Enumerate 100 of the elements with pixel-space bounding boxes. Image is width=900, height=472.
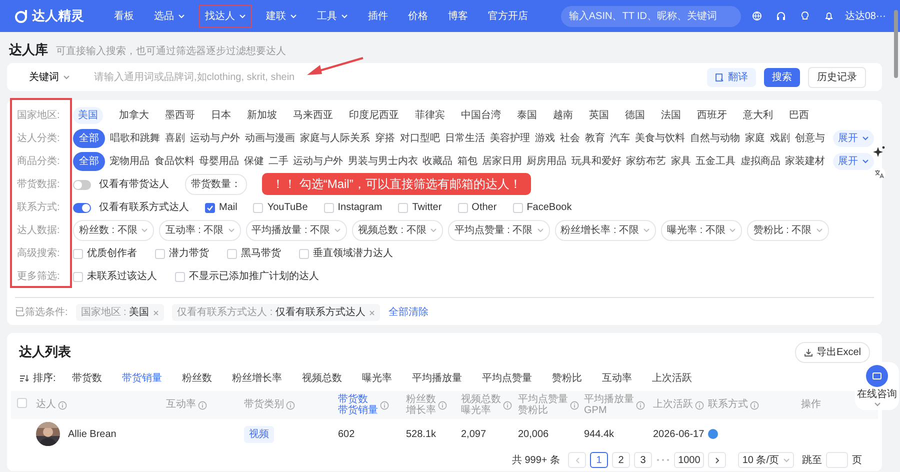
filter-option[interactable]: 箱包: [457, 153, 478, 170]
sort-option[interactable]: 平均播放量: [412, 370, 462, 386]
search-bar[interactable]: 关键词 请输入通用词或品牌词,如clothing, skrit, shein 翻译 搜索 历史记录: [7, 63, 882, 91]
filter-option[interactable]: 自然与动物: [690, 130, 740, 147]
filter-dropdown[interactable]: 视频总数 : 不限: [352, 220, 444, 241]
filter-option[interactable]: 家庭与人际关系: [300, 130, 370, 147]
filter-option[interactable]: 宠物用品: [110, 153, 150, 170]
user-name[interactable]: 达达08···: [844, 8, 886, 24]
filter-option[interactable]: 意大利: [743, 107, 773, 124]
filter-option[interactable]: 玩具和爱好: [571, 153, 622, 170]
filter-option[interactable]: 中国台湾: [461, 107, 501, 124]
filter-option[interactable]: 穿搭: [375, 130, 395, 147]
page-button[interactable]: 2: [612, 452, 630, 468]
filter-dropdown[interactable]: 粉丝增长率 : 不限: [554, 220, 656, 241]
sort-option[interactable]: 赞粉比: [552, 370, 582, 386]
nav-item[interactable]: 博客: [442, 4, 474, 28]
filter-dropdown[interactable]: 曝光率 : 不限: [661, 220, 742, 241]
translate-button[interactable]: 翻译: [707, 68, 756, 86]
close-icon[interactable]: [369, 310, 376, 316]
bell-icon[interactable]: [824, 11, 834, 21]
expand-button[interactable]: 展开: [833, 130, 874, 147]
page-field[interactable]: [826, 452, 848, 468]
clear-link[interactable]: 全部清除: [388, 305, 428, 320]
filter-option[interactable]: 戏剧: [770, 130, 790, 147]
filter-option[interactable]: 厨房用品: [526, 153, 567, 170]
filter-option[interactable]: 新加坡: [247, 107, 277, 124]
expand-button[interactable]: 展开: [833, 153, 874, 170]
filter-option[interactable]: 全部: [73, 129, 105, 148]
sort-option[interactable]: 互动率: [602, 370, 632, 386]
nav-item[interactable]: 官方开店: [482, 4, 534, 28]
nav-item[interactable]: 建联: [260, 4, 303, 28]
filter-option[interactable]: 巴西: [789, 107, 809, 124]
filter-option[interactable]: 虚拟商品: [740, 153, 780, 170]
filter-option[interactable]: 创意与: [795, 130, 825, 147]
filter-option[interactable]: 泰国: [517, 107, 537, 124]
filter-dropdown[interactable]: 平均播放量 : 不限: [246, 220, 348, 241]
close-icon[interactable]: [153, 310, 160, 316]
page-size-dropdown[interactable]: 10 条/页: [738, 452, 794, 468]
filter-option[interactable]: 运动与户外: [190, 130, 240, 147]
filter-option[interactable]: 母婴用品: [199, 153, 240, 170]
filter-option[interactable]: 动画与漫画: [245, 130, 295, 147]
filter-option[interactable]: 马来西亚: [293, 107, 333, 124]
headset-icon[interactable]: [776, 11, 786, 21]
nav-item[interactable]: 找达人: [199, 4, 252, 28]
sort-option[interactable]: 粉丝数: [182, 370, 212, 386]
filter-option[interactable]: 家具: [670, 153, 691, 170]
history-button[interactable]: 历史记录: [808, 66, 866, 88]
search-button[interactable]: 搜索: [764, 68, 800, 86]
filter-option[interactable]: 印度尼西亚: [349, 107, 399, 124]
filter-option[interactable]: 社会: [560, 130, 580, 147]
filter-option[interactable]: 美容护理: [490, 130, 530, 147]
filter-option[interactable]: 日常生活: [445, 130, 485, 147]
translate-icon[interactable]: [872, 167, 886, 181]
filter-option[interactable]: 游戏: [535, 130, 555, 147]
filter-option[interactable]: 居家日用: [482, 153, 522, 170]
filter-option[interactable]: 法国: [661, 107, 681, 124]
page-button[interactable]: 1000: [674, 452, 704, 468]
sparkle-icon[interactable]: [872, 145, 886, 159]
filter-option[interactable]: 菲律宾: [415, 107, 445, 124]
filter-option[interactable]: 五金工具: [696, 153, 736, 170]
filter-option[interactable]: 越南: [553, 107, 573, 124]
filter-option[interactable]: 教育: [585, 130, 605, 147]
nav-item[interactable]: 选品: [148, 4, 191, 28]
globe-icon[interactable]: [752, 11, 762, 21]
filter-option[interactable]: 全部: [73, 152, 105, 171]
lightbulb-icon[interactable]: [800, 11, 810, 21]
filter-dropdown[interactable]: 赞粉比 : 不限: [747, 220, 829, 241]
previous-page-button[interactable]: [568, 452, 586, 468]
sort-option[interactable]: 带货数: [72, 370, 102, 386]
chat-button[interactable]: [866, 365, 888, 387]
sort-option[interactable]: 带货销量: [122, 370, 162, 386]
filter-option[interactable]: 加拿大: [119, 107, 149, 124]
filter-option[interactable]: 汽车: [610, 130, 630, 147]
page-button[interactable]: 3: [634, 452, 652, 468]
filter-option[interactable]: 运动与户外: [293, 153, 344, 170]
filter-option[interactable]: 美国: [73, 107, 103, 124]
filter-option[interactable]: 西班牙: [697, 107, 727, 124]
filter-option[interactable]: 德国: [625, 107, 645, 124]
next-page-button[interactable]: [708, 452, 726, 468]
filter-option[interactable]: 家装建材: [784, 153, 825, 170]
sort-option[interactable]: 平均点赞量: [482, 370, 532, 386]
export-button[interactable]: 导出Excel: [794, 342, 870, 362]
toggle-switch[interactable]: [73, 202, 91, 212]
filter-dropdown[interactable]: 粉丝数 : 不限: [73, 220, 154, 241]
filter-option[interactable]: 保健: [244, 153, 264, 170]
filter-option[interactable]: 唱歌和跳舞: [110, 130, 160, 147]
filter-option[interactable]: 美食与饮料: [635, 130, 685, 147]
filter-dropdown[interactable]: 互动率 : 不限: [159, 220, 241, 241]
sort-option[interactable]: 曝光率: [362, 370, 392, 386]
nav-item[interactable]: 插件: [362, 4, 394, 28]
filter-option[interactable]: 收藏品: [422, 153, 453, 170]
nav-item[interactable]: 工具: [311, 4, 354, 28]
page-button[interactable]: 1: [590, 452, 608, 468]
nav-item[interactable]: 价格: [402, 4, 434, 28]
filter-option[interactable]: 男装与男士内衣: [348, 153, 418, 170]
filter-option[interactable]: 家纺布艺: [626, 153, 666, 170]
filter-option[interactable]: 食品饮料: [154, 153, 194, 170]
filter-option[interactable]: 喜剧: [165, 130, 185, 147]
sort-option[interactable]: 视频总数: [302, 370, 342, 386]
scrollbar[interactable]: [894, 10, 898, 78]
